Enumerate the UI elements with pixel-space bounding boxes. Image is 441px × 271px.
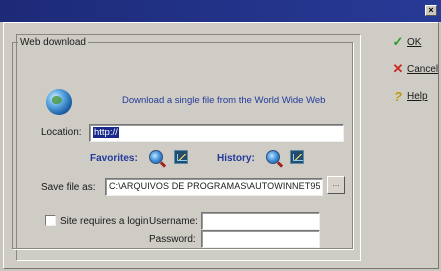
close-button[interactable]: × <box>425 5 437 16</box>
ok-button[interactable]: ✓ OK <box>392 33 422 51</box>
site-login-checkbox[interactable] <box>45 215 56 226</box>
save-file-label: Save file as: <box>41 182 96 193</box>
password-label: Password: <box>149 234 196 245</box>
location-label: Location: <box>41 127 82 138</box>
browse-folder-button[interactable]: … <box>327 176 345 194</box>
title-bar: × <box>0 0 441 22</box>
cancel-label: Cancel <box>407 63 439 75</box>
favorites-chart-icon[interactable] <box>174 150 188 164</box>
cancel-button[interactable]: ✕ Cancel <box>392 60 439 78</box>
web-download-dialog: Web download Download a single file from… <box>3 22 439 269</box>
username-input[interactable] <box>201 212 320 230</box>
save-file-input[interactable]: C:\ARQUIVOS DE PROGRAMAS\AUTOWINNET95 <box>105 178 323 196</box>
group-title: Web download <box>20 37 86 48</box>
history-label: History: <box>217 153 255 164</box>
x-icon: ✕ <box>392 61 404 76</box>
username-label: Username: <box>149 216 198 227</box>
ok-label: OK <box>407 36 422 48</box>
history-search-icon[interactable] <box>266 150 280 164</box>
help-label: Help <box>407 90 428 102</box>
location-value: http:// <box>93 127 119 138</box>
help-button[interactable]: ? Help <box>392 87 428 105</box>
globe-icon <box>46 89 72 115</box>
favorites-search-icon[interactable] <box>149 150 163 164</box>
history-chart-icon[interactable] <box>290 150 304 164</box>
question-icon: ? <box>394 88 402 104</box>
checkmark-icon: ✓ <box>392 34 404 49</box>
group-subtitle: Download a single file from the World Wi… <box>122 95 326 106</box>
password-input[interactable] <box>201 230 320 248</box>
favorites-label: Favorites: <box>90 153 138 164</box>
location-input[interactable]: http:// <box>89 124 344 142</box>
site-login-label: Site requires a login <box>60 216 149 227</box>
